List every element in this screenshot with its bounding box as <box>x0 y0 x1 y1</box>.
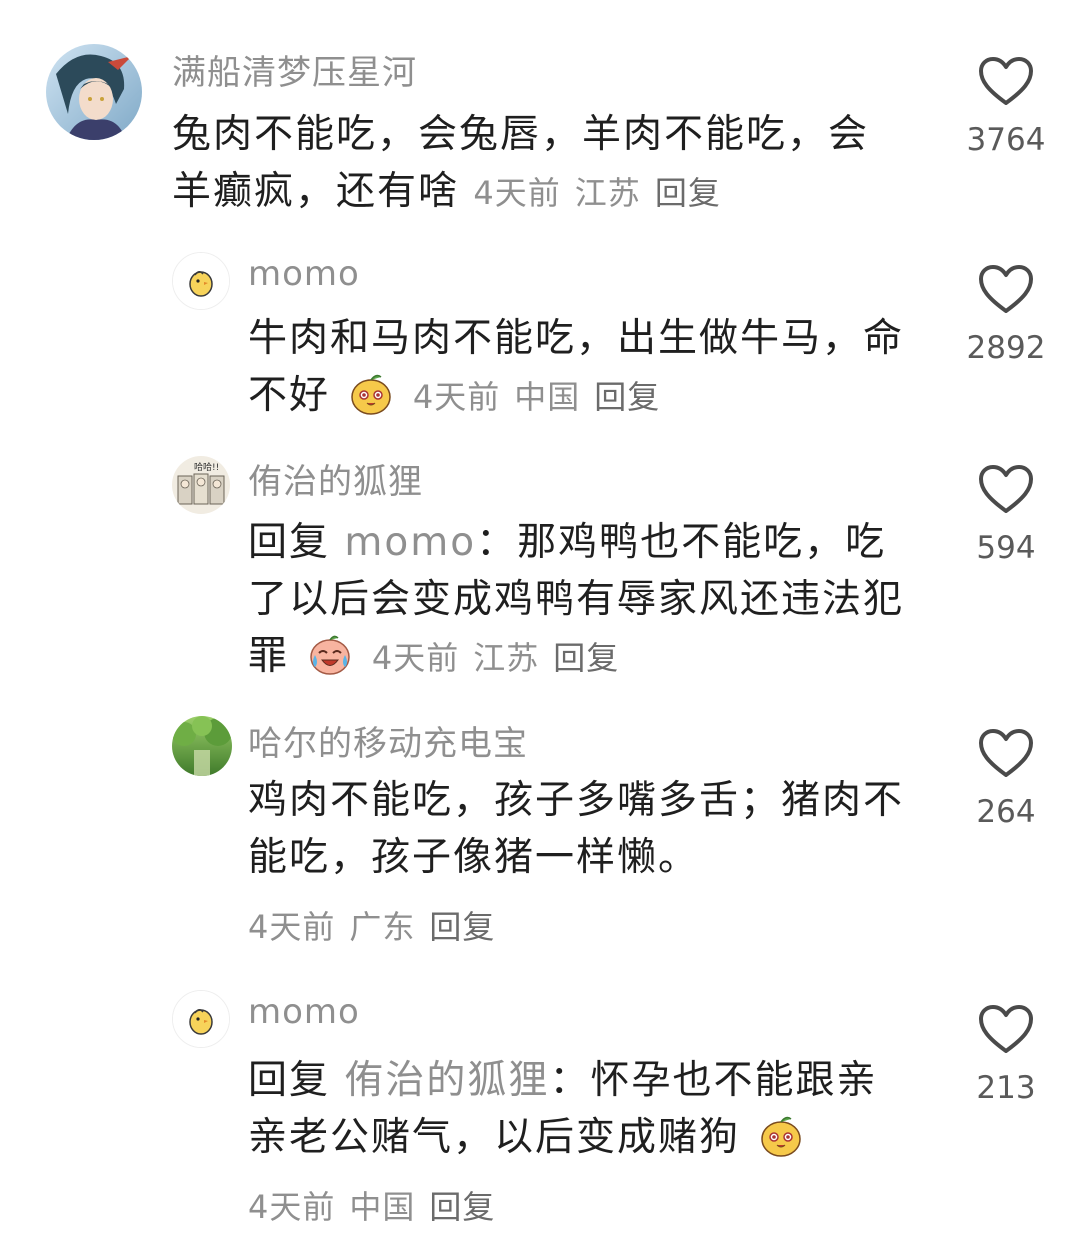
like-count: 2892 <box>966 330 1046 366</box>
comment-location: 江苏 <box>574 174 641 212</box>
comment-time: 4天前 <box>412 378 501 416</box>
cute-face-emoji-icon <box>348 370 394 416</box>
chick-avatar-icon <box>173 253 229 309</box>
like-count: 213 <box>976 1070 1036 1106</box>
username[interactable]: 满船清梦压星河 <box>172 45 417 94</box>
username[interactable]: 哈尔的移动充电宝 <box>248 716 528 765</box>
reply-prefix: 回复 <box>248 520 331 565</box>
comment-item: 满船清梦压星河 兔肉不能吃，会兔唇，羊肉不能吃，会羊癫疯，还有啥 4天前 江苏 回复… <box>0 0 1080 240</box>
username[interactable]: momo <box>248 992 360 1032</box>
heart-icon[interactable] <box>978 56 1034 108</box>
comment-item: 哈哈!! 侑治的狐狸 回复 momo：那鸡鸭也不能吃，吃了以后会变成鸡鸭有辱家风… <box>0 450 1080 700</box>
username[interactable]: 侑治的狐狸 <box>248 454 423 503</box>
comic-avatar-icon: 哈哈!! <box>172 456 230 514</box>
comment-meta: 4天前 广东 回复 <box>248 902 509 948</box>
comment-text: 回复 侑治的狐狸：怀孕也不能跟亲亲老公赌气，以后变成赌狗 <box>248 1052 908 1166</box>
comment-text: 回复 momo：那鸡鸭也不能吃，吃了以后会变成鸡鸭有辱家风还违法犯罪 4天前 江苏… <box>248 514 920 687</box>
comment-time: 4天前 <box>248 1188 336 1226</box>
mention-link[interactable]: momo <box>344 520 476 565</box>
reply-button[interactable]: 回复 <box>594 378 660 416</box>
comment-location: 广东 <box>349 908 416 946</box>
comment-item: momo 回复 侑治的狐狸：怀孕也不能跟亲亲老公赌气，以后变成赌狗 4天前 中国回… <box>0 980 1080 1257</box>
avatar[interactable] <box>46 44 142 140</box>
comment-text: 兔肉不能吃，会兔唇，羊肉不能吃，会羊癫疯，还有啥 4天前 江苏 回复 <box>172 106 902 222</box>
avatar-caption: 哈哈!! <box>194 461 219 473</box>
avatar[interactable] <box>172 252 230 310</box>
like-button[interactable]: 594 <box>970 464 1042 566</box>
anime-character-avatar-icon <box>46 44 142 140</box>
comment-content: 鸡肉不能吃，孩子多嘴多舌；猪肉不能吃，孩子像猪一样懒。 <box>248 778 905 880</box>
like-count: 594 <box>976 530 1036 566</box>
mention-link[interactable]: 侑治的狐狸 <box>344 1058 549 1103</box>
heart-icon[interactable] <box>978 728 1034 780</box>
reply-prefix: 回复 <box>248 1058 331 1103</box>
like-count: 264 <box>976 794 1036 830</box>
like-count: 3764 <box>966 122 1046 158</box>
cute-face-emoji-icon <box>758 1112 804 1158</box>
chick-avatar-icon <box>173 991 229 1047</box>
avatar[interactable] <box>172 990 230 1048</box>
comment-meta: 4天前 江苏 回复 <box>473 174 734 212</box>
comment-text: 鸡肉不能吃，孩子多嘴多舌；猪肉不能吃，孩子像猪一样懒。 <box>248 772 920 886</box>
like-button[interactable]: 264 <box>970 728 1042 830</box>
like-button[interactable]: 213 <box>970 1004 1042 1106</box>
heart-icon[interactable] <box>978 464 1034 516</box>
heart-icon[interactable] <box>978 264 1034 316</box>
comment-location: 中国 <box>514 378 581 416</box>
comment-meta: 4天前 江苏 回复 <box>372 639 633 677</box>
comment-location: 中国 <box>349 1188 416 1226</box>
comment-time: 4天前 <box>371 639 460 677</box>
reply-button[interactable]: 回复 <box>553 639 619 677</box>
like-button[interactable]: 2892 <box>967 264 1045 366</box>
reply-button[interactable]: 回复 <box>655 174 721 212</box>
comment-time: 4天前 <box>248 908 336 946</box>
like-button[interactable]: 3764 <box>967 56 1045 158</box>
comment-meta: 4天前 中国 回复 <box>413 378 674 416</box>
comment-item: momo 牛肉和马肉不能吃，出生做牛马，命不好 4天前 中国 回复 2892 <box>0 240 1080 450</box>
avatar[interactable]: 哈哈!! <box>172 456 230 514</box>
forest-avatar-icon <box>172 716 232 776</box>
heart-icon[interactable] <box>978 1004 1034 1056</box>
comment-time: 4天前 <box>473 174 561 212</box>
comment-meta: 4天前 中国 回复 <box>248 1182 509 1228</box>
username[interactable]: momo <box>248 254 360 294</box>
laugh-cry-emoji-icon <box>307 631 353 677</box>
comment-location: 江苏 <box>473 639 540 677</box>
reply-button[interactable]: 回复 <box>429 1188 495 1226</box>
avatar[interactable] <box>172 716 232 776</box>
comment-item: 哈尔的移动充电宝 鸡肉不能吃，孩子多嘴多舌；猪肉不能吃，孩子像猪一样懒。 4天前… <box>0 700 1080 980</box>
comment-text: 牛肉和马肉不能吃，出生做牛马，命不好 4天前 中国 回复 <box>248 310 908 426</box>
reply-button[interactable]: 回复 <box>429 908 495 946</box>
